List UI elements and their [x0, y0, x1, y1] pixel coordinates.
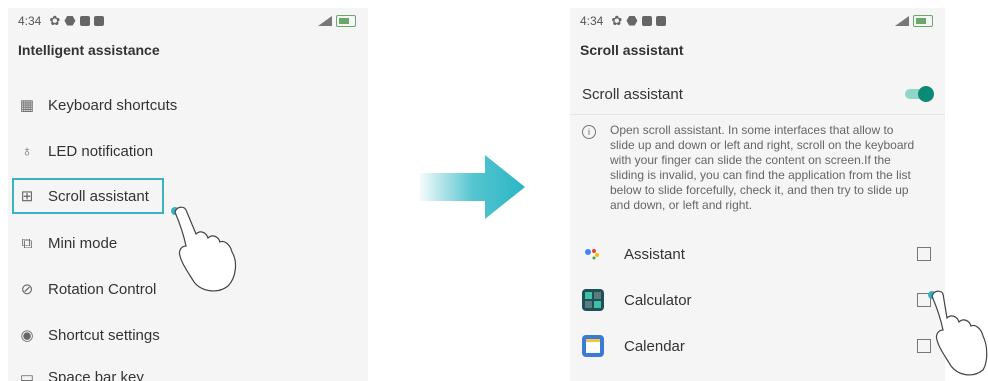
assistant-checkbox[interactable]	[917, 247, 931, 261]
status-time: 4:34	[580, 14, 604, 28]
menu-item-shortcut-settings[interactable]: ◉ Shortcut settings	[8, 312, 368, 358]
right-phone-screen: 4:34 ✿ ⬣ Scroll assistant Scroll assista…	[570, 8, 945, 381]
info-icon: i	[582, 125, 596, 139]
app-status-icon	[655, 16, 666, 26]
menu-item-label: LED notification	[48, 142, 154, 160]
app-row-assistant[interactable]: Assistant	[570, 231, 945, 277]
description-block: i Open scroll assistant. In some interfa…	[570, 115, 945, 231]
battery-icon	[913, 15, 933, 27]
shortcut-icon: ◉	[20, 327, 34, 344]
settings-status-icon: ✿	[611, 13, 623, 28]
settings-status-icon: ✿	[49, 13, 61, 28]
app-label: Calendar	[624, 337, 685, 355]
status-bar: 4:34 ✿ ⬣	[8, 8, 368, 34]
signal-icon	[318, 16, 332, 26]
app-row-calculator[interactable]: Calculator	[570, 277, 945, 323]
calendar-icon	[582, 335, 604, 357]
menu-item-label: Shortcut settings	[48, 326, 160, 344]
shield-status-icon: ⬣	[64, 13, 76, 28]
notification-status-icon	[641, 16, 652, 26]
scroll-assistant-toggle[interactable]	[905, 86, 934, 102]
space-bar-icon: ▭	[19, 369, 35, 381]
assistant-icon	[582, 243, 604, 265]
signal-icon	[895, 16, 909, 26]
keyboard-icon: ▦	[19, 97, 35, 114]
status-bar: 4:34 ✿ ⬣	[570, 8, 945, 34]
app-label: Assistant	[624, 245, 685, 263]
menu-item-label: Mini mode	[48, 234, 118, 252]
scroll-assistant-row: Scroll assistant	[570, 74, 945, 115]
description-text: Open scroll assistant. In some interface…	[610, 123, 915, 212]
hand-pointer-icon	[171, 206, 237, 292]
menu-item-label: Rotation Control	[48, 280, 157, 298]
menu-item-label: Keyboard shortcuts	[48, 96, 178, 114]
toggle-label: Scroll assistant	[582, 85, 683, 103]
status-time: 4:34	[18, 14, 42, 28]
calculator-icon	[582, 289, 604, 311]
app-label: Calculator	[624, 291, 692, 309]
menu-item-keyboard-shortcuts[interactable]: ▦ Keyboard shortcuts	[8, 82, 368, 128]
scroll-icon: ⊞	[20, 188, 34, 205]
app-row-calendar[interactable]: Calendar	[570, 323, 945, 369]
rotation-icon: ⊘	[20, 281, 34, 298]
app-status-icon	[93, 16, 104, 26]
mini-mode-icon: ⧉	[21, 234, 33, 252]
shield-status-icon: ⬣	[626, 13, 638, 28]
menu-item-label: Space bar key	[48, 368, 144, 381]
menu-item-scroll-assistant[interactable]: ⊞ Scroll assistant	[12, 178, 164, 214]
bulb-icon: ♁	[21, 142, 33, 160]
notification-status-icon	[79, 16, 90, 26]
menu-item-led-notification[interactable]: ♁ LED notification	[8, 128, 368, 174]
arrow-right-icon	[420, 155, 525, 219]
page-title: Scroll assistant	[580, 42, 684, 58]
menu-item-label: Scroll assistant	[48, 187, 149, 205]
battery-icon	[336, 15, 356, 27]
left-phone-screen: 4:34 ✿ ⬣ Intelligent assistance ▦ Keyboa…	[8, 8, 368, 381]
page-title: Intelligent assistance	[18, 42, 160, 58]
hand-pointer-icon	[928, 290, 988, 376]
menu-item-space-bar-key[interactable]: ▭ Space bar key	[8, 354, 368, 381]
